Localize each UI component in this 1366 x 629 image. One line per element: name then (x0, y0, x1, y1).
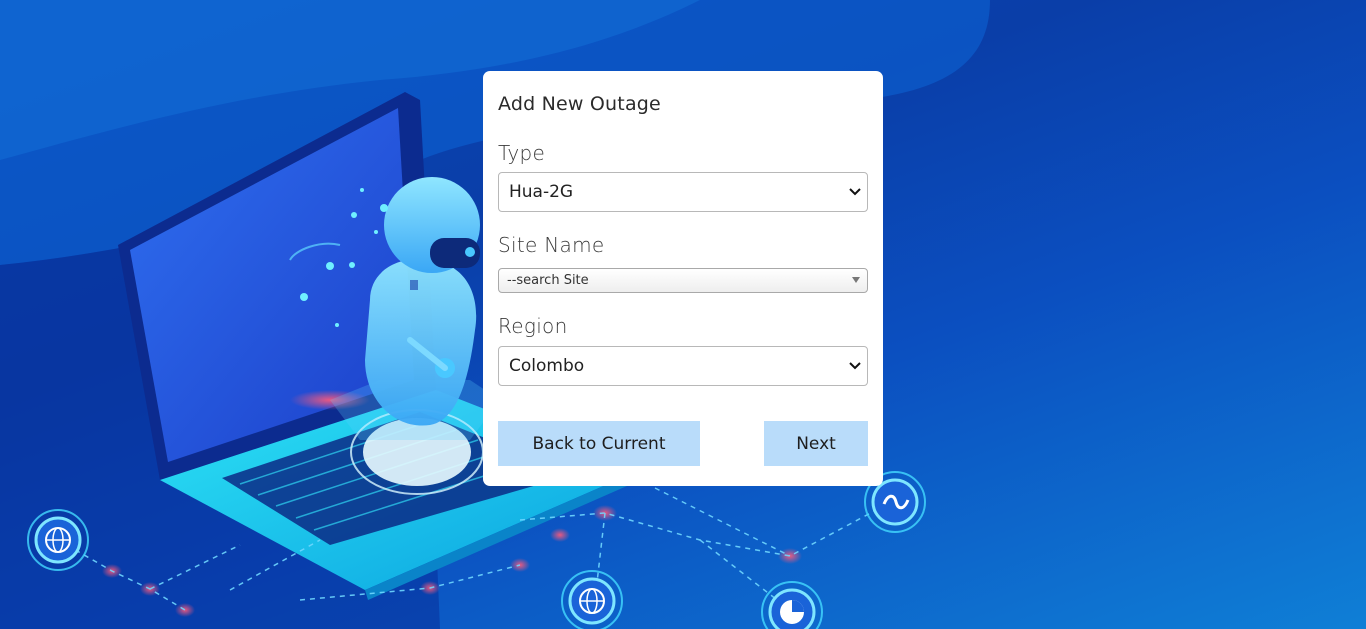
pie-chart-icon (761, 581, 823, 629)
chevron-down-icon (843, 359, 867, 373)
globe-icon (27, 509, 89, 571)
globe-icon (561, 570, 623, 629)
add-outage-card: Add New Outage Type Hua-2G Site Name --s… (483, 71, 883, 486)
region-select-value: Colombo (509, 356, 585, 376)
chevron-down-icon (845, 276, 867, 286)
site-search-placeholder: --search Site (507, 273, 589, 288)
form-title: Add New Outage (498, 93, 661, 115)
site-name-label: Site Name (498, 233, 605, 257)
page-background: Add New Outage Type Hua-2G Site Name --s… (0, 0, 1366, 629)
back-to-current-button[interactable]: Back to Current (498, 421, 700, 466)
type-select-value: Hua-2G (509, 182, 574, 202)
region-select[interactable]: Colombo (498, 346, 868, 386)
next-button[interactable]: Next (764, 421, 868, 466)
region-label: Region (498, 314, 568, 338)
type-label: Type (498, 141, 546, 165)
type-select[interactable]: Hua-2G (498, 172, 868, 212)
site-search-select[interactable]: --search Site (498, 268, 868, 293)
chevron-down-icon (843, 185, 867, 199)
